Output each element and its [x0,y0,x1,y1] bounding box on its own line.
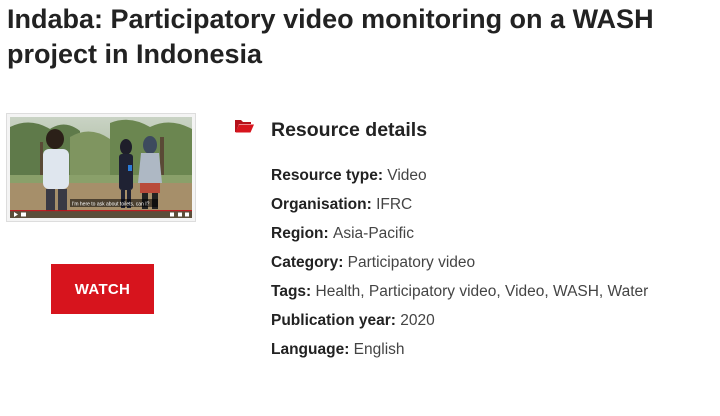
detail-value: Video [387,167,427,184]
resource-details-list: Resource type: Video Organisation: IFRC … [271,161,671,364]
detail-tags: Tags: Health, Participatory video, Video… [271,283,649,300]
detail-category: Category: Participatory video [271,254,476,271]
folder-open-icon [235,120,254,133]
video-still: I'm here to ask about toilets, can I? [10,117,192,218]
detail-publication-year: Publication year: 2020 [271,312,435,329]
detail-value: Asia-Pacific [333,225,414,242]
video-caption: I'm here to ask about toilets, can I? [72,202,150,208]
detail-label: Region [271,225,324,242]
section-title: Resource details [271,119,428,141]
video-thumbnail[interactable]: I'm here to ask about toilets, can I? [6,113,196,222]
detail-value: Health, Participatory video, Video, WASH… [315,283,649,300]
detail-organisation: Organisation: IFRC [271,196,413,213]
detail-label: Publication year [271,312,391,329]
detail-region: Region: Asia-Pacific [271,225,414,242]
detail-label: Category [271,254,339,271]
detail-value: IFRC [376,196,413,213]
page-title: Indaba: Participatory video monitoring o… [7,4,654,69]
detail-label: Tags [271,283,307,300]
watch-button[interactable]: WATCH [51,264,154,314]
detail-label: Organisation [271,196,367,213]
detail-value: Participatory video [347,254,476,271]
detail-value: English [353,341,405,358]
detail-label: Resource type [271,167,378,184]
detail-resource-type: Resource type: Video [271,167,427,184]
detail-language: Language: English [271,341,405,358]
detail-label: Language [271,341,345,358]
detail-value: 2020 [400,312,435,329]
